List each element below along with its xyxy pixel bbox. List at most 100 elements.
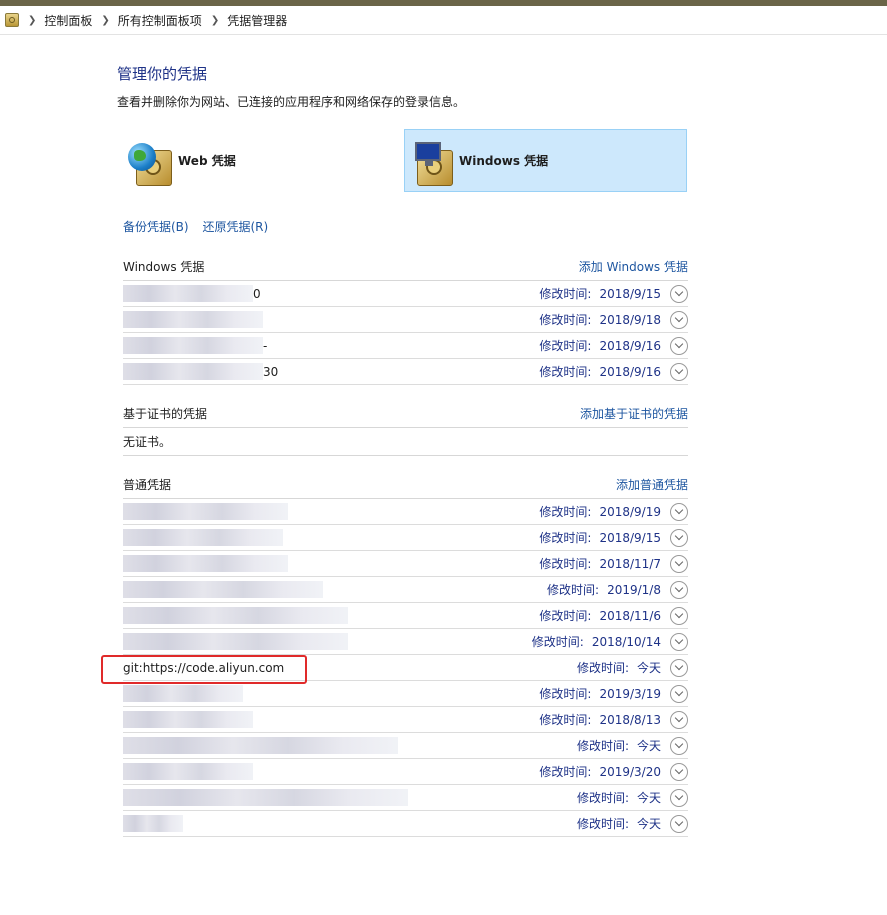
modified-time: 修改时间: 今天 — [576, 739, 661, 753]
credential-row[interactable]: 0 修改时间: 2018/9/15 — [123, 281, 688, 307]
control-panel-icon — [5, 13, 19, 27]
redacted-name — [123, 607, 348, 624]
redacted-name — [123, 503, 288, 520]
breadcrumb-credential-manager[interactable]: 凭据管理器 — [227, 12, 287, 29]
add-generic-credential-link[interactable]: 添加普通凭据 — [616, 476, 688, 493]
chevron-right-icon: ❯ — [101, 14, 110, 26]
credential-row[interactable]: 修改时间: 2018/8/13 — [123, 707, 688, 733]
expand-chevron-icon[interactable] — [670, 762, 688, 781]
redacted-name — [123, 581, 323, 598]
breadcrumb-control-panel[interactable]: 控制面板 — [44, 12, 92, 29]
credential-name — [123, 815, 183, 832]
modified-time: 修改时间: 2019/1/8 — [547, 583, 661, 597]
section-header: 基于证书的凭据 添加基于证书的凭据 — [123, 400, 688, 428]
credential-row[interactable]: 修改时间: 2018/9/15 — [123, 525, 688, 551]
modified-time: 修改时间: 今天 — [576, 817, 661, 831]
section-header: 普通凭据 添加普通凭据 — [123, 471, 688, 499]
credential-row[interactable]: 修改时间: 2018/9/19 — [123, 499, 688, 525]
credential-row[interactable]: - 修改时间: 2018/9/16 — [123, 333, 688, 359]
credential-name — [123, 311, 263, 328]
credential-name — [123, 763, 253, 780]
no-certificates-text: 无证书。 — [123, 428, 688, 456]
credential-row[interactable]: 修改时间: 2019/3/20 — [123, 759, 688, 785]
credential-name — [123, 529, 283, 546]
section-title: 普通凭据 — [123, 478, 172, 492]
redacted-name — [123, 363, 263, 380]
generic-credentials-section: 普通凭据 添加普通凭据 修改时间: 2018/9/19 修改时间: 2018/9/15… — [123, 471, 688, 837]
redacted-name — [123, 285, 253, 302]
credential-row[interactable]: 修改时间: 2018/11/7 — [123, 551, 688, 577]
redacted-name — [123, 711, 253, 728]
modified-time: 修改时间: 今天 — [576, 791, 661, 805]
credential-name: 30 — [123, 363, 278, 380]
windows-credentials-section: Windows 凭据 添加 Windows 凭据 0 修改时间: 2018/9/15… — [123, 253, 688, 385]
expand-chevron-icon[interactable] — [670, 580, 688, 599]
redacted-name — [123, 789, 408, 806]
expand-chevron-icon[interactable] — [670, 736, 688, 755]
add-certificate-credential-link[interactable]: 添加基于证书的凭据 — [580, 405, 688, 422]
credential-name — [123, 633, 348, 650]
expand-chevron-icon[interactable] — [670, 710, 688, 729]
redacted-name — [123, 529, 283, 546]
expand-chevron-icon[interactable] — [670, 554, 688, 573]
expand-chevron-icon[interactable] — [670, 606, 688, 625]
certificate-credentials-section: 基于证书的凭据 添加基于证书的凭据 无证书。 — [123, 400, 688, 456]
restore-credentials-link[interactable]: 还原凭据(R) — [202, 220, 268, 234]
expand-chevron-icon[interactable] — [670, 658, 688, 677]
redacted-name — [123, 737, 398, 754]
credential-name: - — [123, 337, 267, 354]
credential-row[interactable]: 修改时间: 2019/1/8 — [123, 577, 688, 603]
backup-restore-links: 备份凭据(B) 还原凭据(R) — [123, 218, 278, 235]
credential-row[interactable]: 修改时间: 今天 — [123, 733, 688, 759]
web-credentials-tile[interactable]: Web 凭据 — [124, 129, 394, 192]
backup-credentials-link[interactable]: 备份凭据(B) — [123, 220, 189, 234]
credential-row[interactable]: 修改时间: 2018/10/14 — [123, 629, 688, 655]
expand-chevron-icon[interactable] — [670, 788, 688, 807]
modified-time: 修改时间: 2018/9/16 — [539, 365, 661, 379]
expand-chevron-icon[interactable] — [670, 502, 688, 521]
expand-chevron-icon[interactable] — [670, 362, 688, 381]
credential-name: 0 — [123, 285, 261, 302]
credential-name — [123, 503, 288, 520]
modified-time: 修改时间: 2018/8/13 — [539, 713, 661, 727]
expand-chevron-icon[interactable] — [670, 684, 688, 703]
modified-time: 修改时间: 2019/3/19 — [539, 687, 661, 701]
redacted-name — [123, 815, 183, 832]
credential-row[interactable]: 修改时间: 2019/3/19 — [123, 681, 688, 707]
web-credentials-icon — [124, 136, 174, 186]
expand-chevron-icon[interactable] — [670, 310, 688, 329]
redacted-name — [123, 633, 348, 650]
annotation-highlight-box — [101, 655, 307, 684]
section-title: Windows 凭据 — [123, 260, 205, 274]
expand-chevron-icon[interactable] — [670, 814, 688, 833]
expand-chevron-icon[interactable] — [670, 336, 688, 355]
modified-time: 修改时间: 今天 — [576, 661, 661, 675]
redacted-name — [123, 763, 253, 780]
breadcrumb-all-items[interactable]: 所有控制面板项 — [118, 12, 202, 29]
chevron-right-icon: ❯ — [28, 14, 37, 26]
address-bar[interactable]: ❯ 控制面板 ❯ 所有控制面板项 ❯ 凭据管理器 — [0, 6, 887, 35]
credential-row[interactable]: 修改时间: 2018/11/6 — [123, 603, 688, 629]
credential-row[interactable]: 修改时间: 2018/9/18 — [123, 307, 688, 333]
modified-time: 修改时间: 2018/9/15 — [539, 287, 661, 301]
windows-credentials-tile[interactable]: Windows 凭据 — [404, 129, 687, 192]
credential-name — [123, 711, 253, 728]
credential-row[interactable]: 30 修改时间: 2018/9/16 — [123, 359, 688, 385]
expand-chevron-icon[interactable] — [670, 528, 688, 547]
credential-name — [123, 555, 288, 572]
credential-row[interactable]: 修改时间: 今天 — [123, 811, 688, 837]
windows-credentials-label: Windows 凭据 — [459, 154, 549, 168]
section-header: Windows 凭据 添加 Windows 凭据 — [123, 253, 688, 281]
add-windows-credential-link[interactable]: 添加 Windows 凭据 — [579, 258, 688, 275]
credential-row[interactable]: 修改时间: 今天 — [123, 785, 688, 811]
modified-time: 修改时间: 2018/11/6 — [539, 609, 661, 623]
redacted-name — [123, 311, 263, 328]
credential-name — [123, 789, 408, 806]
expand-chevron-icon[interactable] — [670, 284, 688, 303]
windows-credentials-icon — [405, 136, 455, 186]
redacted-name — [123, 555, 288, 572]
modified-time: 修改时间: 2018/11/7 — [539, 557, 661, 571]
expand-chevron-icon[interactable] — [670, 632, 688, 651]
credential-name — [123, 607, 348, 624]
modified-time: 修改时间: 2019/3/20 — [539, 765, 661, 779]
